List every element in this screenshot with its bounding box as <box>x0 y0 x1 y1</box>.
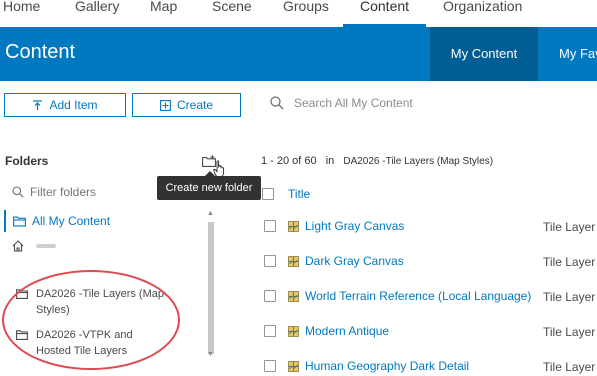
create-label: Create <box>176 98 214 112</box>
page-title: Content <box>5 41 76 63</box>
tile-layer-icon <box>288 220 299 232</box>
list-header: Title <box>262 187 310 201</box>
folders-heading: Folders <box>5 154 49 168</box>
nav-tab-organization[interactable]: Organization <box>443 0 522 14</box>
search-content[interactable]: Search All My Content <box>270 96 413 110</box>
tile-layer-icon <box>288 290 299 302</box>
nav-tab-map[interactable]: Map <box>150 0 177 14</box>
tile-layer-icon <box>288 360 299 372</box>
home-icon <box>12 240 24 252</box>
filter-folders[interactable]: Filter folders <box>12 185 96 199</box>
results-in-label: in <box>325 155 335 167</box>
nav-tab-groups[interactable]: Groups <box>283 0 329 14</box>
nav-tab-gallery[interactable]: Gallery <box>75 0 119 14</box>
search-icon <box>12 186 24 198</box>
nav-tab-scene[interactable]: Scene <box>212 0 252 14</box>
item-type: Tile Layer <box>543 290 596 304</box>
tab-my-favorites[interactable]: My Fav <box>559 27 597 81</box>
nav-tab-content[interactable]: Content <box>360 0 409 14</box>
results-range: 1 - 20 of 60 <box>261 155 317 167</box>
tab-my-content[interactable]: My Content <box>430 27 538 81</box>
table-row[interactable]: Light Gray Canvas <box>264 219 404 233</box>
search-input[interactable]: Search All My Content <box>294 96 413 110</box>
row-checkbox[interactable] <box>264 255 276 267</box>
item-title-link[interactable]: World Terrain Reference (Local Language) <box>305 289 531 303</box>
item-title-link[interactable]: Human Geography Dark Detail <box>305 359 469 373</box>
table-row[interactable]: Dark Gray Canvas <box>264 254 404 268</box>
scroll-up-icon[interactable]: ▲ <box>207 210 214 217</box>
annotation-highlight-ellipse <box>2 270 180 370</box>
folders-scrollbar[interactable]: ▲ ▼ <box>206 210 216 360</box>
create-folder-tooltip: Create new folder <box>157 171 261 200</box>
row-checkbox[interactable] <box>264 325 276 337</box>
create-button[interactable]: Create <box>132 93 241 117</box>
item-type: Tile Layer <box>543 325 596 339</box>
add-item-label: Add Item <box>49 98 98 112</box>
scrollbar-thumb[interactable] <box>208 222 214 354</box>
table-row[interactable]: Modern Antique <box>264 324 389 338</box>
item-type: Tile Layer <box>543 360 596 374</box>
plus-square-icon <box>160 99 171 111</box>
open-folder-icon <box>13 216 26 226</box>
upload-icon <box>33 99 43 110</box>
select-all-checkbox[interactable] <box>262 188 274 200</box>
results-folder-name: DA2026 -Tile Layers (Map Styles) <box>343 156 494 167</box>
item-title-link[interactable]: Dark Gray Canvas <box>305 254 404 268</box>
tile-layer-icon <box>288 255 299 267</box>
row-checkbox[interactable] <box>264 290 276 302</box>
tile-layer-icon <box>288 325 299 337</box>
nav-tab-home[interactable]: Home <box>3 0 40 14</box>
item-type: Tile Layer <box>543 255 596 269</box>
redacted-username <box>36 244 56 248</box>
scroll-down-icon[interactable]: ▼ <box>207 351 214 358</box>
content-banner: Content My Content My Fav <box>0 27 597 81</box>
item-type: Tile Layer <box>543 220 596 234</box>
search-icon <box>270 96 284 110</box>
item-title-link[interactable]: Light Gray Canvas <box>305 219 404 233</box>
table-row[interactable]: Human Geography Dark Detail <box>264 359 469 373</box>
row-checkbox[interactable] <box>264 220 276 232</box>
top-navigation: Home Gallery Map Scene Groups Content Or… <box>0 0 597 27</box>
row-checkbox[interactable] <box>264 360 276 372</box>
item-title-link[interactable]: Modern Antique <box>305 324 389 338</box>
results-summary: 1 - 20 of 60 in DA2026 -Tile Layers (Map… <box>261 155 493 167</box>
filter-folders-input[interactable]: Filter folders <box>30 185 96 199</box>
column-title-header[interactable]: Title <box>288 187 310 201</box>
root-folder[interactable] <box>12 240 56 252</box>
folder-all-label: All My Content <box>32 214 111 228</box>
add-item-button[interactable]: Add Item <box>4 93 126 117</box>
table-row[interactable]: World Terrain Reference (Local Language) <box>264 289 531 303</box>
folder-all-my-content[interactable]: All My Content <box>4 210 202 232</box>
